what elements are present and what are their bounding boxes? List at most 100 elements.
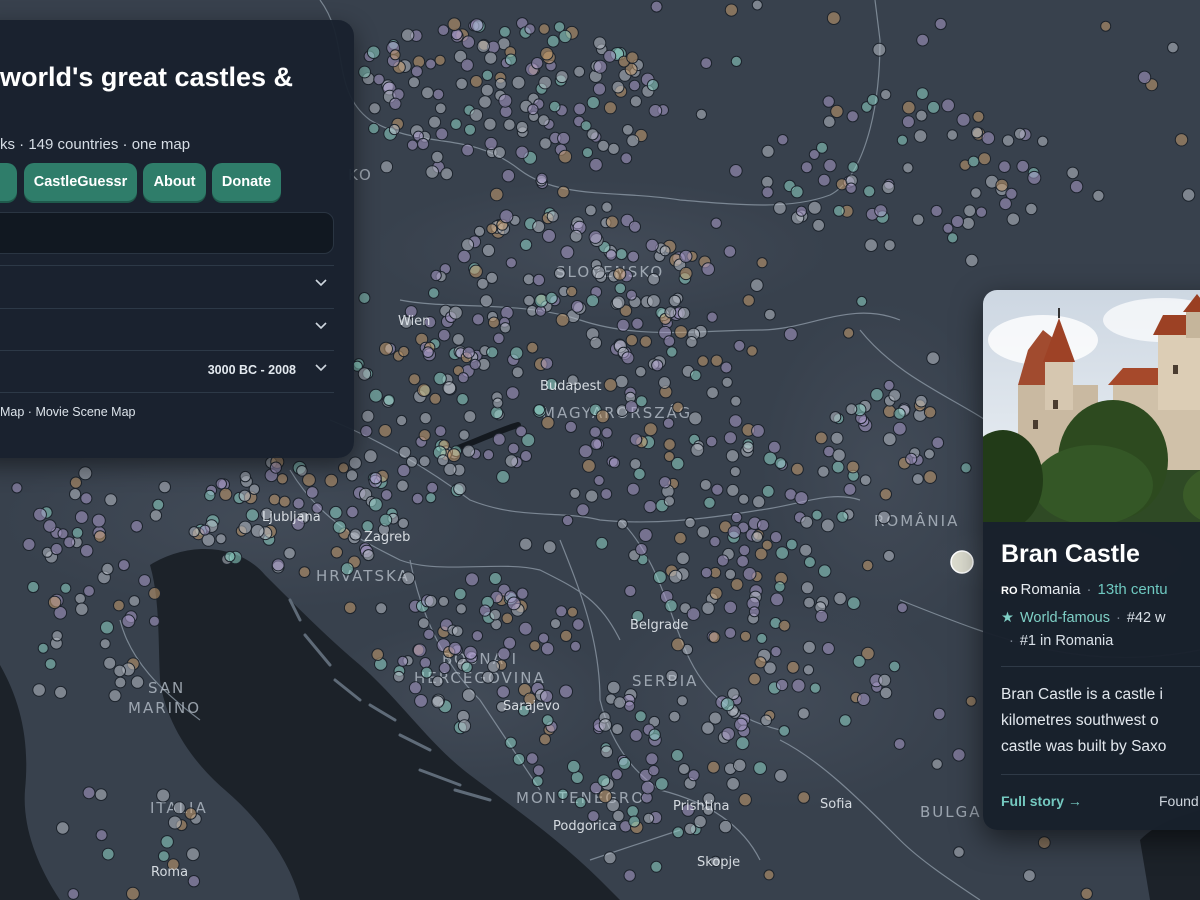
castle-marker[interactable] xyxy=(616,318,630,332)
castle-marker[interactable] xyxy=(724,627,737,639)
castle-marker[interactable] xyxy=(540,642,555,656)
castle-marker[interactable] xyxy=(708,711,722,725)
castle-marker[interactable] xyxy=(397,655,409,667)
castle-marker[interactable] xyxy=(204,489,216,502)
castle-marker[interactable] xyxy=(582,147,593,159)
castle-marker[interactable] xyxy=(965,253,979,268)
castle-marker[interactable] xyxy=(615,248,628,261)
castle-marker[interactable] xyxy=(278,495,291,508)
castle-marker[interactable] xyxy=(330,546,343,559)
castle-marker[interactable] xyxy=(567,606,578,618)
castle-marker[interactable] xyxy=(975,206,988,218)
castle-marker[interactable] xyxy=(631,317,644,330)
castle-marker[interactable] xyxy=(823,158,837,173)
castle-marker[interactable] xyxy=(455,77,468,91)
castle-marker[interactable] xyxy=(626,289,637,301)
castle-marker[interactable] xyxy=(774,457,787,470)
castle-marker[interactable] xyxy=(572,618,585,631)
castle-marker[interactable] xyxy=(586,96,600,110)
castle-marker[interactable] xyxy=(593,59,608,74)
castle-marker[interactable] xyxy=(733,758,747,772)
castle-marker[interactable] xyxy=(901,115,915,129)
castle-marker[interactable] xyxy=(711,483,724,496)
castle-marker[interactable] xyxy=(480,83,494,97)
castle-marker[interactable] xyxy=(100,620,114,635)
castle-marker[interactable] xyxy=(763,869,775,881)
castle-marker[interactable] xyxy=(726,483,740,497)
castle-marker[interactable] xyxy=(730,395,742,407)
castle-marker[interactable] xyxy=(44,658,57,670)
castle-marker[interactable] xyxy=(103,656,117,670)
castle-marker[interactable] xyxy=(379,341,393,356)
castle-marker[interactable] xyxy=(760,714,772,727)
castle-marker[interactable] xyxy=(550,618,561,630)
castle-marker[interactable] xyxy=(647,272,661,286)
castle-marker[interactable] xyxy=(557,788,569,800)
castle-marker[interactable] xyxy=(812,218,825,232)
castle-marker[interactable] xyxy=(629,728,643,742)
castle-marker[interactable] xyxy=(429,392,442,405)
castle-marker[interactable] xyxy=(730,55,743,68)
castle-marker[interactable] xyxy=(511,366,524,379)
castle-marker[interactable] xyxy=(238,489,252,502)
castle-marker[interactable] xyxy=(852,654,866,668)
castle-marker[interactable] xyxy=(1013,127,1026,140)
castle-marker[interactable] xyxy=(629,458,642,470)
castle-marker[interactable] xyxy=(219,487,233,501)
castle-marker[interactable] xyxy=(648,764,660,777)
castle-marker[interactable] xyxy=(912,473,924,485)
castle-marker[interactable] xyxy=(473,225,486,237)
castle-marker[interactable] xyxy=(492,397,504,409)
castle-marker[interactable] xyxy=(456,393,469,406)
castle-marker[interactable] xyxy=(724,568,737,580)
castle-marker[interactable] xyxy=(95,829,108,842)
castle-marker[interactable] xyxy=(298,566,311,578)
castle-marker[interactable] xyxy=(725,449,740,463)
selected-castle-marker[interactable] xyxy=(950,550,974,574)
castle-marker[interactable] xyxy=(803,556,816,569)
castle-marker[interactable] xyxy=(540,357,554,370)
castle-marker[interactable] xyxy=(546,34,560,48)
castle-marker[interactable] xyxy=(870,388,884,402)
castle-marker[interactable] xyxy=(611,80,625,94)
castle-marker[interactable] xyxy=(672,826,684,839)
castle-marker[interactable] xyxy=(424,594,438,608)
castle-marker[interactable] xyxy=(421,86,434,100)
full-story-link[interactable]: Full story → xyxy=(1001,793,1082,809)
castle-marker[interactable] xyxy=(524,23,536,35)
castle-marker[interactable] xyxy=(539,733,551,746)
castle-marker[interactable] xyxy=(668,569,683,584)
map-link[interactable]: Map xyxy=(0,405,24,419)
castle-marker[interactable] xyxy=(494,77,507,90)
castle-marker[interactable] xyxy=(650,860,663,873)
castle-marker[interactable] xyxy=(727,525,741,539)
castle-marker[interactable] xyxy=(533,404,546,416)
castle-marker[interactable] xyxy=(770,646,782,658)
castle-marker[interactable] xyxy=(1100,20,1112,32)
castle-marker[interactable] xyxy=(791,678,806,693)
castle-marker[interactable] xyxy=(1066,166,1079,180)
castle-marker[interactable] xyxy=(833,205,845,217)
castle-marker[interactable] xyxy=(496,470,510,484)
castle-marker[interactable] xyxy=(590,438,603,451)
castle-marker[interactable] xyxy=(486,346,499,359)
castle-marker[interactable] xyxy=(753,761,767,775)
castle-marker[interactable] xyxy=(47,595,62,610)
castle-marker[interactable] xyxy=(729,164,743,178)
castle-marker[interactable] xyxy=(751,0,763,11)
castle-marker[interactable] xyxy=(368,102,381,115)
castle-marker[interactable] xyxy=(874,204,888,218)
filter-dropdown[interactable] xyxy=(0,265,334,308)
castle-marker[interactable] xyxy=(371,648,385,661)
castle-marker[interactable] xyxy=(643,422,658,437)
castle-marker[interactable] xyxy=(591,265,606,280)
castle-marker[interactable] xyxy=(117,559,130,572)
castle-marker[interactable] xyxy=(481,243,496,257)
castle-marker[interactable] xyxy=(431,695,445,709)
castle-marker[interactable] xyxy=(388,123,400,136)
castle-marker[interactable] xyxy=(739,630,752,642)
castle-marker[interactable] xyxy=(603,851,617,865)
castle-marker[interactable] xyxy=(417,383,431,398)
castle-marker[interactable] xyxy=(462,444,476,458)
castle-marker[interactable] xyxy=(57,528,69,540)
